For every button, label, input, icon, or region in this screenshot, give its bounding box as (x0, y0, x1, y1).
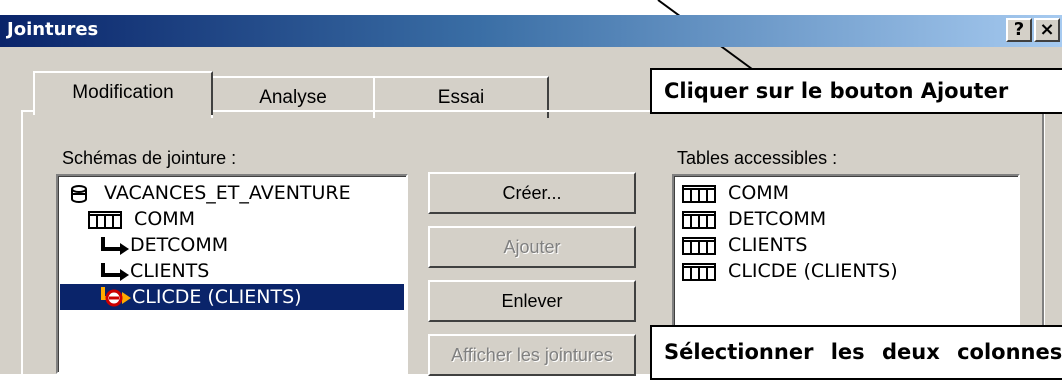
list-item[interactable]: DETCOMM (682, 206, 826, 232)
show-joins-button[interactable]: Afficher les jointures (428, 334, 636, 376)
list-item[interactable]: DETCOMM (100, 232, 228, 258)
add-button[interactable]: Ajouter (428, 226, 636, 268)
remove-button[interactable]: Enlever (428, 280, 636, 322)
schemas-list[interactable]: VACANCES_ET_AVENTURE COMM DETCOMM CLIENT… (56, 174, 408, 374)
table-icon (682, 184, 716, 203)
help-button[interactable]: ? (1006, 18, 1032, 42)
join-arrow-icon (101, 262, 129, 281)
list-item[interactable]: VACANCES_ET_AVENTURE (70, 180, 351, 206)
title-bar: Jointures ? × (0, 15, 1062, 47)
list-item[interactable]: COMM (88, 206, 195, 232)
jointures-dialog: Jointures ? × Modification Analyse Essai… (0, 0, 1062, 380)
schemas-label: Schémas de jointure : (62, 148, 237, 168)
table-icon (88, 210, 122, 229)
callout-add-button: Cliquer sur le bouton Ajouter (650, 68, 1062, 114)
table-icon (682, 236, 716, 255)
list-item[interactable]: COMM (682, 180, 789, 206)
list-item[interactable]: CLIENTS (100, 258, 209, 284)
table-icon (682, 262, 716, 281)
close-button[interactable]: × (1034, 18, 1060, 42)
list-item[interactable]: CLIENTS (682, 232, 807, 258)
join-arrow-icon (101, 236, 129, 255)
tab-modification[interactable]: Modification (33, 71, 213, 115)
create-button[interactable]: Créer... (428, 172, 636, 214)
join-error-icon (101, 287, 131, 307)
dialog-title: Jointures (7, 19, 99, 40)
list-item[interactable]: CLICDE (CLIENTS) (682, 258, 898, 284)
database-icon (71, 184, 87, 203)
list-item-selected[interactable]: CLICDE (CLIENTS) (60, 284, 404, 310)
callout-select-columns: Sélectionner les deux colonnes (650, 325, 1062, 380)
tables-label: Tables accessibles : (677, 148, 838, 168)
table-icon (682, 210, 716, 229)
